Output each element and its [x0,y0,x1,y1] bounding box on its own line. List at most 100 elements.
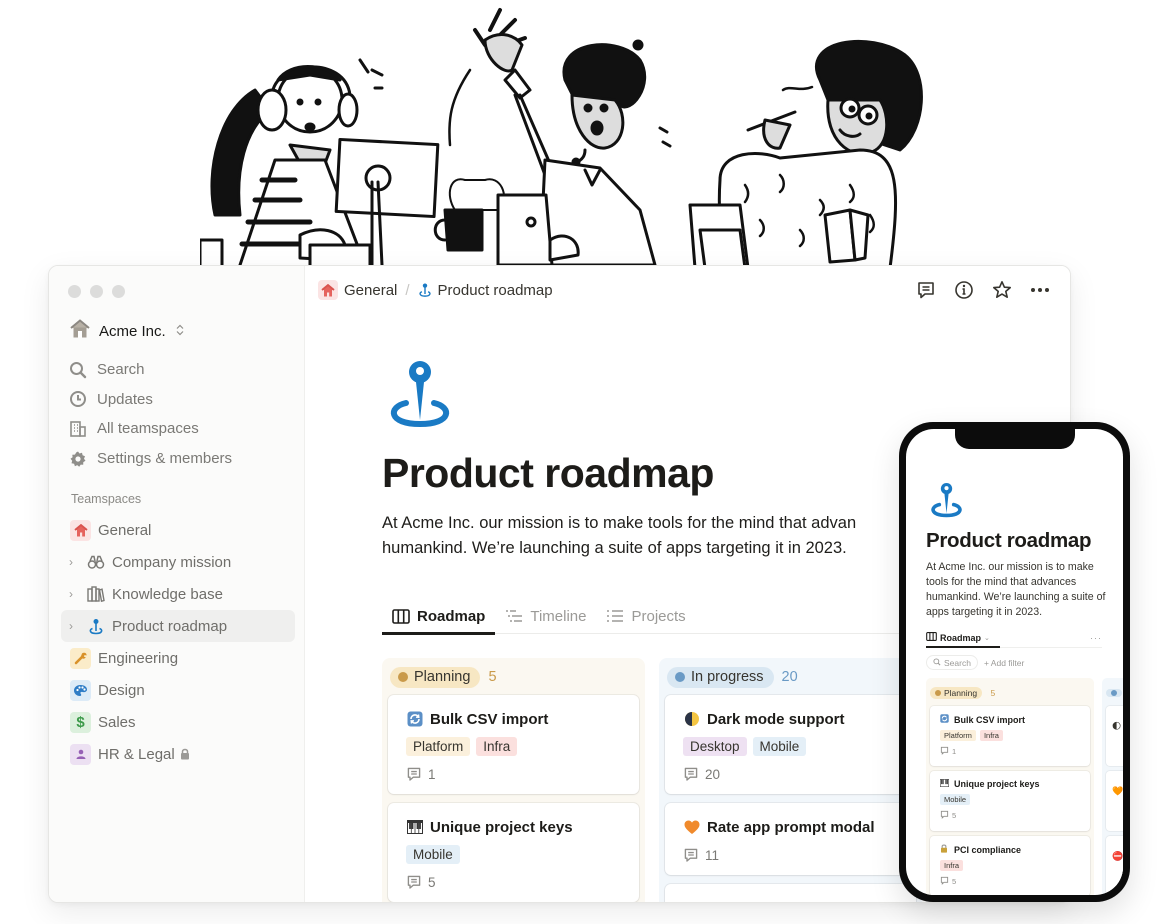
sidebar-item-knowledge-base[interactable]: › Knowledge base [61,578,295,610]
board-icon [926,632,937,643]
board-column-planning: Planning 5 Bulk CSV import Platform Infr… [382,658,645,902]
sidebar-item-company-mission[interactable]: › Company mission [61,546,295,578]
comment-count: 1 [952,747,957,756]
binoculars-icon [87,553,105,571]
maximize-window-button[interactable] [112,285,125,298]
person-icon [70,743,91,765]
mobile-board-card[interactable]: PCI compliance Infra 5 [930,836,1090,895]
half-moon-icon [683,711,700,728]
topbar: General / Product roadmap [318,279,1050,301]
sidebar-item-engineering[interactable]: Engineering [61,642,295,674]
search-placeholder: Search [944,657,971,668]
team-illustration [200,8,923,268]
tab-roadmap[interactable]: Roadmap [382,599,496,635]
sidebar-item-label: Knowledge base [112,585,223,603]
tab-timeline[interactable]: Timeline [495,599,596,633]
card-title: PCI compliance [954,844,1022,855]
house-icon [69,318,91,344]
board-card[interactable]: Rate app prompt modal 11 [665,803,916,875]
close-window-button[interactable] [68,285,81,298]
gear-icon [69,450,87,468]
sidebar-item-general[interactable]: General [61,514,295,546]
half-moon-icon: 🌓 [1112,721,1122,731]
orange-heart-icon: 🧡 [1112,786,1123,796]
tag: Mobile [406,845,460,864]
sidebar-item-settings[interactable]: Settings & members [69,444,289,474]
info-icon[interactable] [954,280,974,300]
tag: Platform [940,730,976,741]
column-header: Planning 5 [390,666,639,688]
mobile-column-planning: Planning 5 Bulk CSV import Platform Infr… [926,678,1094,895]
page-title: Product roadmap [382,450,714,496]
status-badge[interactable]: Planning [930,687,983,699]
page-actions [916,280,1050,300]
search-icon [933,657,941,668]
chevron-right-icon[interactable]: › [69,555,81,569]
mobile-board-card[interactable]: 🧡 [1106,771,1123,831]
mobile-tab-roadmap[interactable]: Roadmap ⌄ [926,628,1000,648]
mobile-search-input[interactable]: Search [926,655,978,670]
more-icon[interactable] [1030,280,1050,300]
tab-label: Timeline [530,607,587,625]
card-title: Bulk CSV import [954,714,1026,725]
breadcrumb: General / Product roadmap [318,280,553,300]
sidebar-item-updates[interactable]: Updates [69,385,289,415]
board-column-in-progress: In progress 20 Dark mode support Desktop… [659,658,922,902]
no-entry-icon: ⛔ [1112,851,1123,861]
board-card[interactable]: Bulk CSV import Platform Infra 1 [388,695,639,794]
comment-icon [406,874,422,890]
window-controls [68,285,125,298]
status-label: Planning [414,669,471,685]
chevron-right-icon[interactable]: › [69,587,81,601]
status-badge[interactable]: In progress [667,666,774,688]
list-icon [606,608,624,624]
house-icon [70,519,91,541]
sidebar-item-label: Sales [98,713,136,731]
mobile-board-card[interactable]: 🌓 [1106,706,1123,766]
sidebar-item-hr-legal[interactable]: HR & Legal [61,738,295,770]
tab-projects[interactable]: Projects [596,599,695,633]
clock-icon [69,390,87,408]
board-card[interactable]: Unique project keys Mobile 5 [388,803,639,902]
mobile-board-card[interactable]: Unique project keys Mobile 5 [930,771,1090,831]
map-pin-icon [931,483,962,518]
minimize-window-button[interactable] [90,285,103,298]
comment-icon[interactable] [916,280,936,300]
status-badge[interactable]: Planning [390,666,481,688]
page-description: At Acme Inc. our mission is to make tool… [382,511,982,561]
board-card[interactable]: Dark mode support Desktop Mobile 20 [665,695,916,794]
board-icon [392,608,410,624]
status-label: Planning [944,688,978,698]
arrows-cycle-icon [406,711,423,728]
status-dot [935,690,941,696]
sidebar-item-design[interactable]: Design [61,674,295,706]
breadcrumb-product-roadmap[interactable]: Product roadmap [438,282,553,299]
breadcrumb-general[interactable]: General [344,282,397,299]
phone-notch [954,429,1075,449]
sidebar-item-label: All teamspaces [97,420,199,438]
sidebar-item-sales[interactable]: $ Sales [61,706,295,738]
more-icon[interactable]: ··· [1090,633,1102,643]
status-badge[interactable] [1106,689,1122,697]
column-count: 5 [488,669,497,685]
add-filter-button[interactable]: + Add filter [984,658,1024,668]
mobile-page-description: At Acme Inc. our mission is to make tool… [926,561,1106,618]
mobile-board-card[interactable]: Bulk CSV import Platform Infra 1 [930,706,1090,766]
books-icon [87,585,105,603]
sidebar-item-label: Design [98,681,145,699]
star-icon[interactable] [992,280,1012,300]
sidebar-item-search[interactable]: Search [69,355,289,385]
mobile-board: Planning 5 Bulk CSV import Platform Infr… [926,678,1123,895]
comment-icon [940,876,949,887]
workspace-switcher[interactable]: Acme Inc. [69,318,184,344]
chevron-right-icon[interactable]: › [69,619,81,633]
board-card[interactable] [665,884,916,902]
sidebar-item-all-teamspaces[interactable]: All teamspaces [69,414,289,444]
card-title: Rate app prompt modal [707,818,875,836]
tag: Mobile [752,737,807,756]
mobile-board-card[interactable]: ⛔ [1106,836,1123,895]
sidebar-item-product-roadmap[interactable]: › Product roadmap [61,610,295,642]
card-tags: Desktop Mobile [683,737,900,756]
card-comments: 11 [683,847,900,863]
sidebar-item-label: Settings & members [97,450,233,468]
